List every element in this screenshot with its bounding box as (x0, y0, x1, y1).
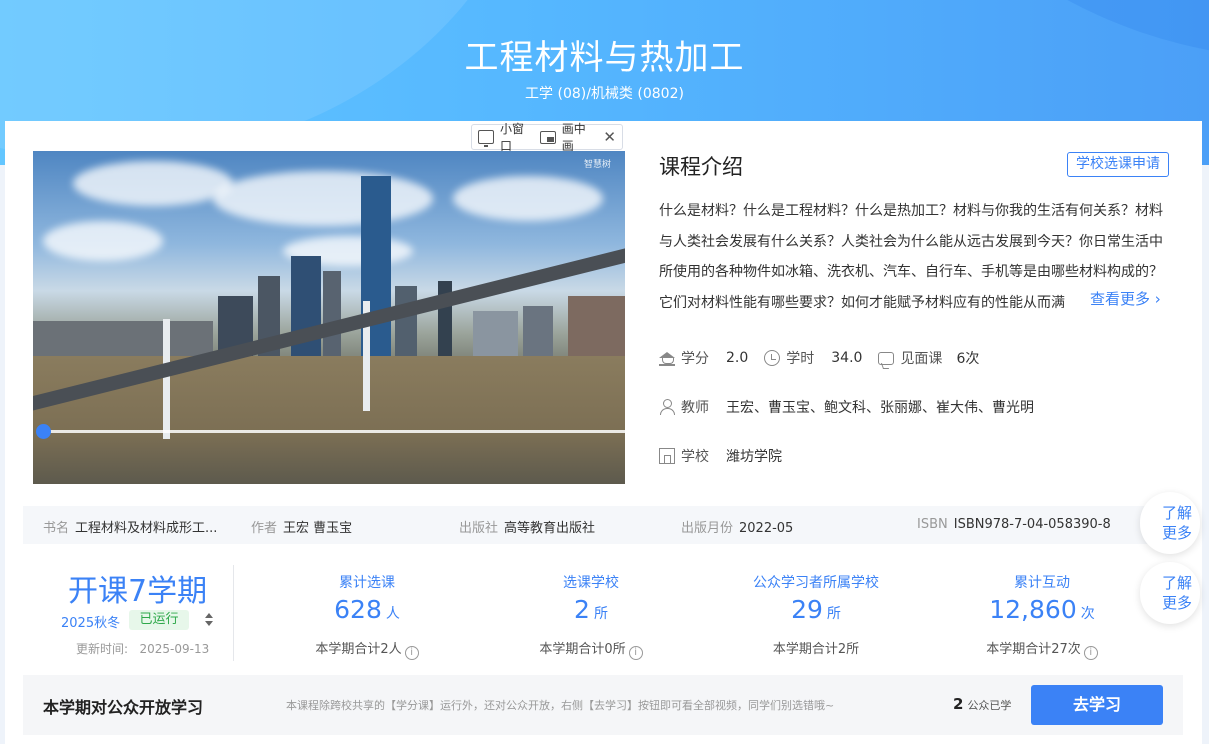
meet-label: 见面课 (900, 351, 943, 367)
divider (233, 565, 234, 661)
meet-value: 6次 (956, 351, 980, 367)
credit-value: 2.0 (726, 350, 749, 366)
info-icon[interactable]: i (628, 646, 643, 660)
go-learn-button[interactable]: 去学习 (1031, 685, 1163, 725)
clock-icon (764, 350, 781, 366)
course-title: 工程材料与热加工 (464, 38, 745, 78)
public-learning-title: 本学期对公众开放学习 (43, 698, 204, 717)
book-isbn: ISBN ISBN978-7-04-058390-8 (917, 517, 1111, 532)
teacher-value: 王宏、曹玉宝、鲍文科、张丽娜、崔大伟、曹光明 (726, 400, 1034, 416)
view-more-label: 查看更多 (1090, 290, 1151, 308)
book-publisher: 出版社 高等教育出版社 (459, 521, 596, 536)
meta-credits-row: 学分 2.0 学时 34.0 见面课 6次 (659, 348, 979, 368)
chevron-right-icon: › (1150, 290, 1161, 308)
semester-count: 开课7学期 (68, 574, 208, 609)
semester-term: 2025秋冬 (61, 616, 121, 631)
meta-teacher-row: 教师 王宏、曹玉宝、鲍文科、张丽娜、崔大伟、曹光明 (659, 397, 1034, 417)
credit-label: 学分 (681, 351, 709, 367)
school-apply-button[interactable]: 学校选课申请 (1067, 152, 1169, 177)
video-progress-handle[interactable] (36, 424, 51, 439)
hours-value: 34.0 (831, 350, 863, 366)
update-time: 更新时间: 2025-09-13 (76, 642, 210, 656)
info-icon[interactable]: i (404, 646, 419, 660)
teacher-label: 教师 (681, 400, 709, 416)
public-learner-count: 2 公众已学 (953, 695, 1012, 713)
info-icon[interactable]: i (1083, 646, 1098, 660)
pip-icon[interactable] (539, 130, 556, 144)
video-progress-bar[interactable] (43, 430, 625, 433)
book-name: 书名 工程材料及材料成形工... (43, 521, 218, 536)
book-month: 出版月份 2022-05 (681, 521, 794, 536)
public-learning-bar: 本学期对公众开放学习 本课程除跨校共享的【学分课】运行外，还对公众开放，右侧【去… (23, 675, 1183, 735)
watermark: 智慧树 (583, 160, 611, 170)
mini-window-button[interactable]: 小窗口 (500, 120, 534, 154)
view-more-link[interactable]: 查看更多 › (1072, 285, 1172, 313)
close-icon[interactable]: ✕ (603, 128, 616, 146)
school-icon (659, 448, 675, 464)
school-label: 学校 (681, 449, 709, 465)
chat-icon (878, 351, 895, 365)
status-badge: 已运行 (129, 610, 189, 630)
monitor-icon[interactable] (478, 130, 494, 147)
intro-title: 课程介绍 (659, 155, 743, 179)
player-mini-controls: 小窗口 画中画 ✕ (471, 122, 623, 153)
school-value: 潍坊学院 (726, 449, 782, 465)
book-info-strip: 书名 工程材料及材料成形工... 作者 王宏 曹玉宝 出版社 高等教育出版社 出版月份… (23, 506, 1183, 544)
public-learning-desc: 本课程除跨校共享的【学分课】运行外，还对公众开放，右侧【去学习】按钮即可看全部视… (286, 699, 835, 712)
pip-button[interactable]: 画中画 (562, 120, 596, 154)
book-author: 作者 王宏 曹玉宝 (251, 521, 353, 536)
course-category: 工学 (08)/机械类 (0802) (525, 86, 684, 102)
meta-school-row: 学校 潍坊学院 (659, 446, 782, 466)
graduation-cap-icon (659, 350, 675, 366)
hours-label: 学时 (786, 351, 815, 367)
learn-more-button-1[interactable]: 了解更多 (1140, 492, 1200, 554)
user-icon (659, 399, 675, 415)
semester-switch-icon[interactable] (205, 613, 213, 629)
video-player[interactable]: 智慧树 (33, 151, 625, 484)
